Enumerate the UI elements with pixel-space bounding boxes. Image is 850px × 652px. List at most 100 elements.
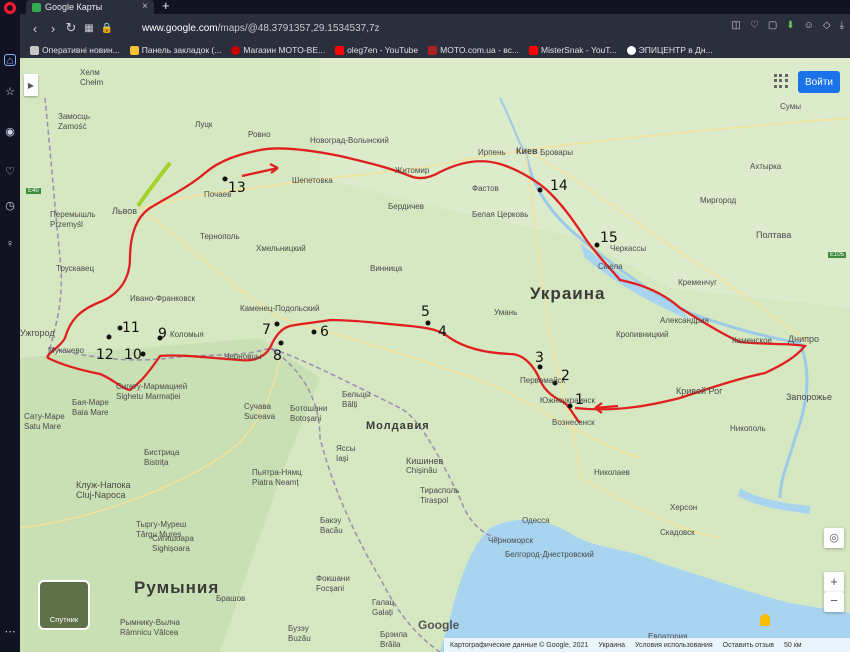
city-label: Bacău bbox=[320, 526, 343, 535]
zoom-out-button[interactable]: − bbox=[824, 592, 844, 612]
street-view-pegman-icon[interactable] bbox=[760, 614, 770, 626]
bookmark-item-2[interactable]: Магазин MOTO-BE... bbox=[231, 45, 325, 55]
city-label: Белгород-Днестровский bbox=[505, 550, 594, 559]
city-label: Piatra Neamț bbox=[252, 478, 299, 487]
scale-label: 50 км bbox=[783, 641, 802, 649]
city-label: Кривой Рог bbox=[676, 386, 723, 396]
url-field[interactable]: www.google.com/maps/@48.3791357,29.15345… bbox=[142, 19, 742, 37]
country-label-moldova: Молдавия bbox=[366, 420, 430, 432]
home-icon[interactable]: ⌂ bbox=[4, 54, 16, 67]
city-label: Хелм bbox=[80, 68, 100, 77]
speed-dial-icon[interactable]: ▦ bbox=[80, 23, 98, 34]
city-label: Коломыя bbox=[170, 330, 204, 339]
bookmarks-bar: Оперативні новин... Панель закладок (...… bbox=[20, 42, 850, 58]
city-label: Скадовск bbox=[660, 528, 695, 537]
city-label: Вознесенск bbox=[552, 418, 595, 427]
google-logo: Google bbox=[418, 618, 460, 632]
opera-logo-icon[interactable] bbox=[4, 2, 16, 14]
city-label: Chișinău bbox=[406, 466, 438, 475]
bookmark-item-6[interactable]: ЭПИЦЕНТР в Дн... bbox=[626, 45, 713, 55]
city-label: Смела bbox=[598, 262, 623, 271]
map-canvas[interactable]: Хелм Chełm Замосць Zamość Луцк Ровно Нов… bbox=[20, 58, 850, 652]
tab-title: Google Карты bbox=[45, 2, 103, 12]
city-label: Chełm bbox=[80, 78, 104, 87]
city-label: Бердичев bbox=[388, 202, 424, 211]
city-label: Киев bbox=[516, 146, 538, 156]
extensions-icon[interactable]: ▢ bbox=[768, 20, 777, 31]
region-link[interactable]: Украина bbox=[598, 642, 625, 649]
back-arrow-icon[interactable]: ‹ bbox=[26, 21, 44, 36]
url-host: www.google.com bbox=[142, 22, 218, 34]
city-label: Южноукраинск bbox=[540, 396, 595, 405]
bookmark-item-4[interactable]: MOTO.com.ua - вс... bbox=[428, 45, 519, 55]
lightbulb-icon[interactable]: ♀ bbox=[4, 238, 16, 250]
city-label: Tiraspol bbox=[420, 496, 449, 505]
route-mark-15: 15 bbox=[600, 230, 618, 246]
epicentr-icon bbox=[626, 45, 636, 55]
city-label: Cluj-Napoca bbox=[76, 490, 126, 500]
city-label: Яссы bbox=[336, 444, 356, 453]
login-button[interactable]: Войти bbox=[798, 71, 840, 93]
city-label: Бельцы bbox=[342, 390, 371, 399]
city-label: Новоград-Волынский bbox=[310, 136, 389, 145]
city-label: Николаев bbox=[594, 468, 630, 477]
city-label: Брашов bbox=[216, 594, 246, 603]
terms-link[interactable]: Условия использования bbox=[635, 642, 713, 649]
heart-icon[interactable]: ♡ bbox=[750, 20, 759, 31]
route-mark-7: 7 bbox=[262, 322, 271, 338]
city-label: Suceava bbox=[244, 412, 276, 421]
close-tab-icon[interactable]: × bbox=[142, 1, 148, 12]
city-label: Тернополь bbox=[200, 232, 240, 241]
route-mark-11: 11 bbox=[122, 320, 140, 336]
city-label: Бая-Маре bbox=[72, 398, 109, 407]
bookmark-item-1[interactable]: Панель закладок (... bbox=[129, 45, 221, 55]
bookmark-item-5[interactable]: MisterSnak - YouT... bbox=[529, 45, 617, 55]
apps-grid-icon[interactable] bbox=[774, 74, 788, 88]
star-icon[interactable]: ☆ bbox=[4, 86, 16, 98]
map-attribution-bar: Картографические данные © Google, 2021 У… bbox=[444, 638, 850, 652]
city-label: Запорожье bbox=[786, 392, 832, 402]
city-label: Buzău bbox=[288, 634, 311, 643]
bookmark-item-3[interactable]: oleg7en - YouTube bbox=[335, 45, 418, 55]
road-shield: Е40 bbox=[26, 188, 41, 194]
route-mark-10: 10 bbox=[124, 347, 142, 363]
my-location-icon[interactable]: ◎ bbox=[824, 528, 844, 548]
city-label: Сучава bbox=[244, 402, 272, 411]
city-label: Мукачево bbox=[48, 346, 84, 355]
city-label: Тирасполь bbox=[420, 486, 460, 495]
city-label: Кропивницкий bbox=[616, 330, 669, 339]
tab-google-maps[interactable]: Google Карты × bbox=[26, 0, 154, 14]
city-label: Львов bbox=[112, 206, 138, 216]
history-icon[interactable]: ◷ bbox=[4, 200, 16, 212]
route-mark-14: 14 bbox=[550, 178, 568, 194]
city-label: Фастов bbox=[472, 184, 499, 193]
city-label: Первомайск bbox=[520, 376, 566, 385]
route-mark-8: 8 bbox=[273, 348, 282, 364]
reload-icon[interactable]: ↻ bbox=[62, 20, 80, 36]
city-label: Каменец-Подольский bbox=[240, 304, 320, 313]
satellite-layer-button[interactable]: Спутник bbox=[38, 580, 90, 630]
city-label: Умань bbox=[494, 308, 518, 317]
forward-arrow-icon[interactable]: › bbox=[44, 21, 62, 36]
youtube-icon bbox=[529, 45, 539, 55]
player-icon[interactable]: ◉ bbox=[4, 126, 16, 138]
feedback-link[interactable]: Оставить отзыв bbox=[723, 642, 774, 649]
camera-icon[interactable]: ◫ bbox=[731, 20, 740, 31]
city-label: Galați bbox=[372, 608, 393, 617]
collapse-panel-button[interactable]: ▶ bbox=[24, 74, 38, 96]
new-tab-button[interactable]: + bbox=[162, 0, 170, 13]
download-arrow-icon[interactable]: ⬇ bbox=[786, 20, 794, 31]
bookmark-item-0[interactable]: Оперативні новин... bbox=[30, 45, 120, 55]
cube-icon[interactable]: ◇ bbox=[823, 20, 831, 31]
city-label: Ботошани bbox=[290, 404, 328, 413]
zoom-in-button[interactable]: + bbox=[824, 572, 844, 592]
heart-sidebar-icon[interactable]: ♡ bbox=[4, 166, 16, 178]
route-mark-2: 2 bbox=[561, 368, 570, 384]
user-icon[interactable]: ☺ bbox=[804, 20, 814, 31]
city-label: Днипро bbox=[788, 334, 819, 344]
download-icon[interactable]: ⤓ bbox=[840, 20, 844, 31]
city-label: Никополь bbox=[730, 424, 766, 433]
city-label: Bistrița bbox=[144, 458, 169, 467]
city-label: Кременчуг bbox=[678, 278, 718, 287]
more-icon[interactable]: ⋯ bbox=[4, 626, 16, 638]
